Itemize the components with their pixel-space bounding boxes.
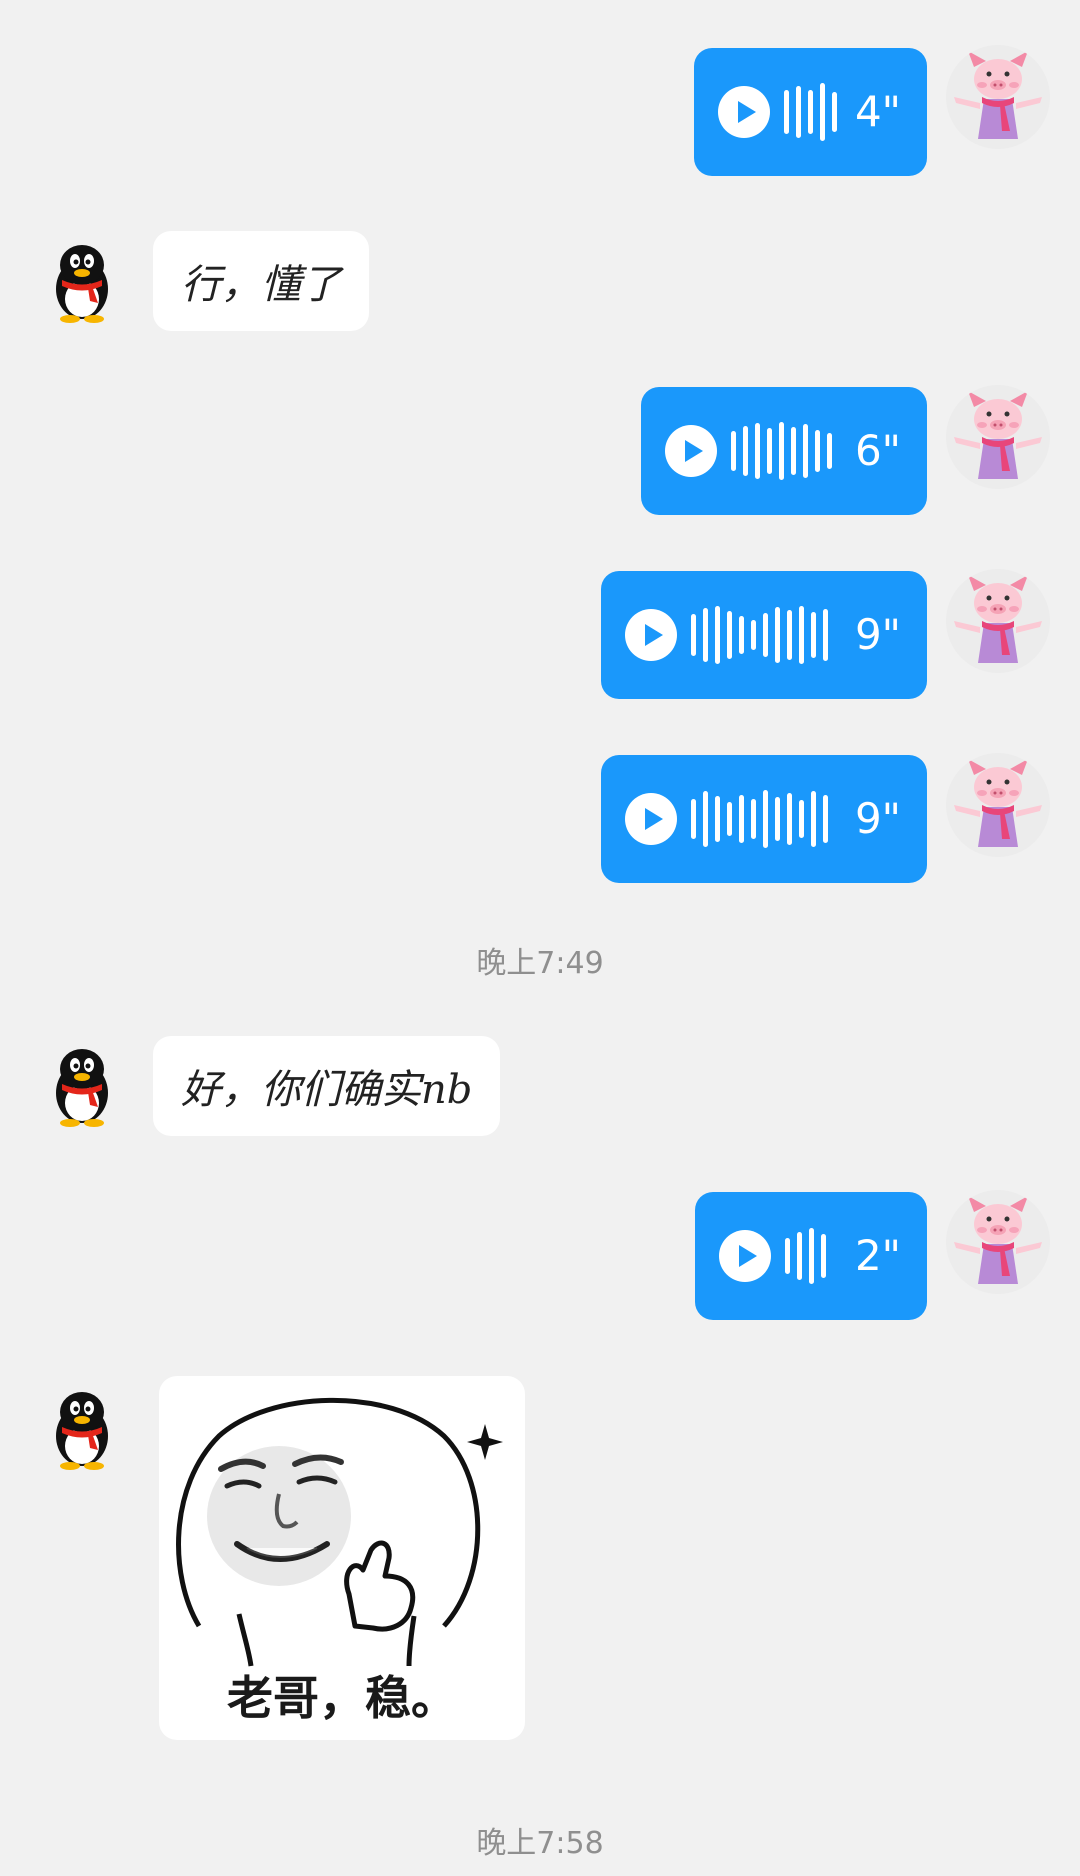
play-icon[interactable] — [625, 609, 677, 661]
waveform-icon — [691, 601, 828, 669]
timestamp: 晚上7:49 — [476, 946, 604, 981]
piglet-avatar[interactable] — [946, 1190, 1050, 1294]
qq-penguin-avatar[interactable] — [30, 1035, 134, 1139]
penguin-avatar-icon — [30, 231, 134, 335]
piglet-avatar-icon — [946, 385, 1050, 489]
waveform-icon — [691, 785, 828, 853]
voice-message[interactable]: 4" — [694, 48, 927, 176]
piglet-avatar[interactable] — [946, 385, 1050, 489]
waveform-icon — [731, 417, 832, 485]
waveform-icon — [785, 1222, 826, 1290]
play-icon[interactable] — [665, 425, 717, 477]
text-message[interactable]: 好，你们确实nb — [153, 1036, 501, 1136]
piglet-avatar-icon — [946, 753, 1050, 857]
penguin-avatar-icon — [30, 1378, 134, 1482]
play-icon[interactable] — [625, 793, 677, 845]
qq-penguin-avatar[interactable] — [30, 231, 134, 335]
play-icon[interactable] — [719, 1230, 771, 1282]
penguin-avatar-icon — [30, 1035, 134, 1139]
sticker-message[interactable]: 老哥，稳。 — [159, 1376, 525, 1740]
voice-message[interactable]: 9" — [601, 571, 927, 699]
voice-message[interactable]: 9" — [601, 755, 927, 883]
piglet-avatar-icon — [946, 1190, 1050, 1294]
piglet-avatar-icon — [946, 569, 1050, 673]
piglet-avatar-icon — [946, 45, 1050, 149]
voice-duration: 9" — [854, 794, 901, 843]
piglet-avatar[interactable] — [946, 569, 1050, 673]
voice-duration: 4" — [854, 87, 901, 136]
voice-duration: 6" — [854, 426, 901, 475]
text-message[interactable]: 行，懂了 — [153, 231, 369, 331]
timestamp: 晚上7:58 — [476, 1826, 604, 1861]
piglet-avatar[interactable] — [946, 45, 1050, 149]
voice-duration: 9" — [854, 610, 901, 659]
waveform-icon — [784, 78, 837, 146]
piglet-avatar[interactable] — [946, 753, 1050, 857]
qq-penguin-avatar[interactable] — [30, 1378, 134, 1482]
play-icon[interactable] — [718, 86, 770, 138]
sticker-caption: 老哥，稳。 — [227, 1671, 457, 1725]
voice-duration: 2" — [854, 1231, 901, 1280]
voice-message[interactable]: 2" — [695, 1192, 927, 1320]
voice-message[interactable]: 6" — [641, 387, 927, 515]
